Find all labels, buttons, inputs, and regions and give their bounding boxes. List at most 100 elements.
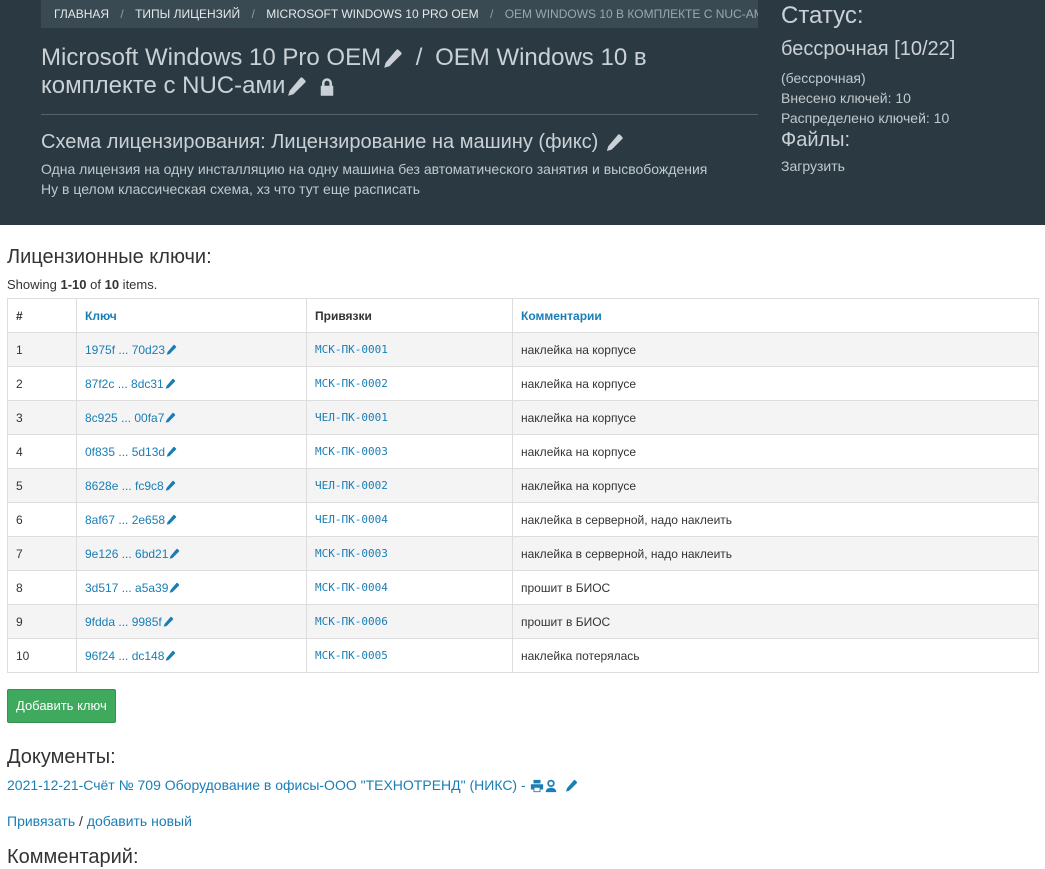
license-keys-table: # Ключ Привязки Комментарии 1 1975f ... 7… <box>7 298 1039 673</box>
row-num: 3 <box>7 400 77 435</box>
row-num: 4 <box>7 434 77 469</box>
breadcrumb-separator: / <box>120 7 124 21</box>
binding-cell: МСК-ПК-0006 <box>306 604 513 639</box>
comment-cell: наклейка на корпусе <box>512 332 1039 367</box>
pencil-icon[interactable] <box>162 616 174 628</box>
binding-link[interactable]: МСК-ПК-0006 <box>315 615 388 628</box>
binding-cell: МСК-ПК-0003 <box>306 536 513 571</box>
document-actions: Привязать / добавить новый <box>7 812 1039 830</box>
lock-icon <box>317 77 337 97</box>
pencil-icon[interactable] <box>168 582 180 594</box>
pencil-icon[interactable] <box>164 412 176 424</box>
files-heading: Файлы: <box>781 129 851 151</box>
pencil-icon[interactable] <box>164 480 176 492</box>
key-cell: 3d517 ... a5a39 <box>76 570 307 605</box>
summary-total: 10 <box>104 277 120 292</box>
pencil-icon[interactable] <box>165 446 177 458</box>
binding-link[interactable]: МСК-ПК-0002 <box>315 377 388 390</box>
pencil-icon[interactable] <box>164 650 176 662</box>
table-row: 10 96f24 ... dc148 МСК-ПК-0005 наклейка пот… <box>7 638 1039 673</box>
add-key-button[interactable]: Добавить ключ <box>7 689 116 723</box>
binding-cell: МСК-ПК-0001 <box>306 332 513 367</box>
key-cell: 96f24 ... dc148 <box>76 638 307 673</box>
table-header-row: # Ключ Привязки Комментарии <box>7 298 1039 333</box>
status-panel: Статус: бессрочная [10/22] (бессрочная) … <box>781 0 1031 174</box>
printer-icon[interactable] <box>530 779 544 793</box>
binding-cell: МСК-ПК-0004 <box>306 570 513 605</box>
breadcrumb-home[interactable]: ГЛАВНАЯ <box>54 7 109 21</box>
binding-link[interactable]: МСК-ПК-0005 <box>315 649 388 662</box>
key-cell: 87f2c ... 8dc31 <box>76 366 307 401</box>
key-link[interactable]: 0f835 ... 5d13d <box>85 445 165 459</box>
main-content: Лицензионные ключи: Showing 1-10 of 10 i… <box>7 245 1039 869</box>
summary-mid: of <box>86 277 105 292</box>
key-link[interactable]: 8af67 ... 2e658 <box>85 513 165 527</box>
documents-heading: Документы: <box>7 746 116 768</box>
key-cell: 8af67 ... 2e658 <box>76 502 307 537</box>
header-main: ГЛАВНАЯ / ТИПЫ ЛИЦЕНЗИЙ / MICROSOFT WIND… <box>41 0 758 199</box>
column-header-key[interactable]: Ключ <box>76 298 307 333</box>
status-type: (бессрочная) <box>781 70 866 86</box>
pencil-icon[interactable] <box>604 133 624 153</box>
pencil-icon[interactable] <box>285 76 307 98</box>
binding-link[interactable]: МСК-ПК-0003 <box>315 445 388 458</box>
row-num: 10 <box>7 638 77 673</box>
binding-link[interactable]: ЧЕЛ-ПК-0002 <box>315 479 388 492</box>
key-link[interactable]: 96f24 ... dc148 <box>85 649 164 663</box>
row-num: 6 <box>7 502 77 537</box>
licensing-scheme-description: Одна лицензия на одну инсталляцию на одн… <box>41 159 758 199</box>
row-num: 7 <box>7 536 77 571</box>
pencil-icon[interactable] <box>164 378 176 390</box>
bind-document-link[interactable]: Привязать <box>7 813 75 829</box>
title-separator: / <box>415 44 423 71</box>
binding-link[interactable]: ЧЕЛ-ПК-0004 <box>315 513 388 526</box>
pencil-icon[interactable] <box>168 548 180 560</box>
table-row: 9 9fdda ... 9985f МСК-ПК-0006 прошит в БИОС <box>7 604 1039 639</box>
table-row: 3 8c925 ... 00fa7 ЧЕЛ-ПК-0001 наклейка на к… <box>7 400 1039 435</box>
key-link[interactable]: 8628e ... fc9c8 <box>85 479 164 493</box>
key-link[interactable]: 9fdda ... 9985f <box>85 615 162 629</box>
status-heading: Статус: <box>781 2 864 29</box>
table-row: 4 0f835 ... 5d13d МСК-ПК-0003 наклейка на к… <box>7 434 1039 469</box>
breadcrumb-license-types[interactable]: ТИПЫ ЛИЦЕНЗИЙ <box>135 7 240 21</box>
row-num: 9 <box>7 604 77 639</box>
key-link[interactable]: 3d517 ... a5a39 <box>85 581 168 595</box>
key-link[interactable]: 8c925 ... 00fa7 <box>85 411 164 425</box>
keys-heading: Лицензионные ключи: <box>7 246 212 268</box>
comment-cell: наклейка на корпусе <box>512 366 1039 401</box>
binding-link[interactable]: МСК-ПК-0001 <box>315 343 388 356</box>
scheme-desc-line: Одна лицензия на одну инсталляцию на одн… <box>41 161 708 177</box>
page-title: Microsoft Windows 10 Pro OEM / OEM Windo… <box>41 44 758 100</box>
binding-link[interactable]: ЧЕЛ-ПК-0001 <box>315 411 388 424</box>
key-cell: 9e126 ... 6bd21 <box>76 536 307 571</box>
binding-link[interactable]: МСК-ПК-0003 <box>315 547 388 560</box>
pencil-icon[interactable] <box>165 344 177 356</box>
add-new-document-link[interactable]: добавить новый <box>87 813 192 829</box>
breadcrumb-separator: / <box>490 7 494 21</box>
row-num: 5 <box>7 468 77 503</box>
binding-cell: ЧЕЛ-ПК-0004 <box>306 502 513 537</box>
column-header-binding: Привязки <box>306 298 513 333</box>
table-row: 2 87f2c ... 8dc31 МСК-ПК-0002 наклейка на к… <box>7 366 1039 401</box>
binding-cell: МСК-ПК-0003 <box>306 434 513 469</box>
comment-cell: прошит в БИОС <box>512 604 1039 639</box>
table-row: 8 3d517 ... a5a39 МСК-ПК-0004 прошит в БИОС <box>7 570 1039 605</box>
column-header-comment[interactable]: Комментарии <box>512 298 1039 333</box>
key-cell: 9fdda ... 9985f <box>76 604 307 639</box>
binding-cell: ЧЕЛ-ПК-0002 <box>306 468 513 503</box>
document-link[interactable]: 2021-12-21-Счёт № 709 Оборудование в офи… <box>7 777 526 793</box>
pencil-icon[interactable] <box>165 514 177 526</box>
pencil-icon[interactable] <box>564 779 578 793</box>
key-link[interactable]: 1975f ... 70d23 <box>85 343 165 357</box>
comment-cell: наклейка в серверной, надо наклеить <box>512 502 1039 537</box>
key-link[interactable]: 87f2c ... 8dc31 <box>85 377 164 391</box>
pencil-icon[interactable] <box>381 48 403 70</box>
breadcrumb-separator: / <box>251 7 255 21</box>
upload-link[interactable]: Загрузить <box>781 158 845 174</box>
binding-cell: МСК-ПК-0002 <box>306 366 513 401</box>
users-icon[interactable] <box>544 779 558 793</box>
key-link[interactable]: 9e126 ... 6bd21 <box>85 547 168 561</box>
binding-link[interactable]: МСК-ПК-0004 <box>315 581 388 594</box>
status-value: бессрочная [10/22] <box>781 38 956 60</box>
breadcrumb-product[interactable]: MICROSOFT WINDOWS 10 PRO OEM <box>266 7 478 21</box>
